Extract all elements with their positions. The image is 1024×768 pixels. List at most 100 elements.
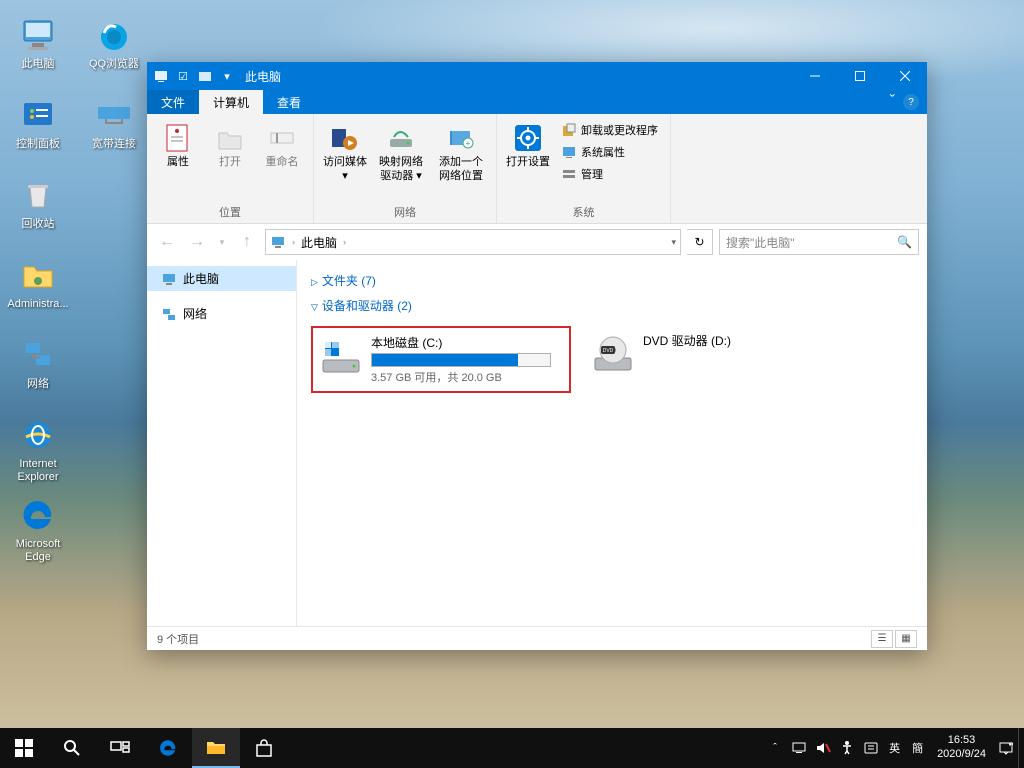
ribbon-sysprops[interactable]: 系统属性 xyxy=(559,142,660,162)
status-text: 9 个项目 xyxy=(157,631,199,647)
ribbon-open[interactable]: 打开 xyxy=(205,118,255,174)
desktop-icon-label: Administra... xyxy=(7,298,68,311)
desktop-icon-admin[interactable]: Administra... xyxy=(4,248,72,326)
ribbon-manage[interactable]: 管理 xyxy=(559,164,660,184)
nav-back[interactable]: ← xyxy=(155,230,179,254)
tray-overflow[interactable]: ˆ xyxy=(763,728,787,768)
desktop-icon-recycle[interactable]: 回收站 xyxy=(4,168,72,246)
tab-computer[interactable]: 计算机 xyxy=(199,90,263,114)
ribbon-open-settings[interactable]: 打开设置 xyxy=(503,118,553,174)
open-icon xyxy=(214,122,246,154)
section-folders[interactable]: ▷文件夹 (7) xyxy=(311,268,913,293)
ribbon-tabs: 文件 计算机 查看 ˇ ? xyxy=(147,90,927,114)
desktop-icon-label: Internet Explorer xyxy=(4,458,72,484)
maximize-button[interactable] xyxy=(837,62,882,90)
edge-icon xyxy=(17,494,59,536)
start-button[interactable] xyxy=(0,728,48,768)
ribbon-properties[interactable]: 属性 xyxy=(153,118,203,174)
chevron-right-icon[interactable]: › xyxy=(343,237,346,247)
broadband-icon xyxy=(93,94,135,136)
tray-display-icon[interactable] xyxy=(787,728,811,768)
desktop-icon-network[interactable]: 网络 xyxy=(4,328,72,406)
tab-view[interactable]: 查看 xyxy=(263,90,315,114)
tab-file[interactable]: 文件 xyxy=(147,90,199,114)
taskbar-store[interactable] xyxy=(240,728,288,768)
collapse-ribbon-icon[interactable]: ˇ xyxy=(890,93,895,111)
drive-icon xyxy=(319,334,363,378)
address-bar[interactable]: › 此电脑 › ▾ xyxy=(265,229,681,255)
qat-dropdown-icon[interactable]: ▾ xyxy=(219,68,235,84)
nav-recent-dropdown[interactable]: ▾ xyxy=(215,230,229,254)
show-desktop[interactable] xyxy=(1018,728,1024,768)
drive-c[interactable]: 本地磁盘 (C:) 3.57 GB 可用，共 20.0 GB xyxy=(311,326,571,393)
desktop-icon-label: QQ浏览器 xyxy=(89,58,139,71)
chevron-right-icon: ▷ xyxy=(311,277,318,288)
qat-properties-icon[interactable]: ☑ xyxy=(175,68,191,84)
ribbon-uninstall[interactable]: 卸载或更改程序 xyxy=(559,120,660,140)
network-icon xyxy=(17,334,59,376)
dvd-icon: DVD xyxy=(591,332,635,376)
app-icon xyxy=(153,68,169,84)
desktop-icon-thispc[interactable]: 此电脑 xyxy=(4,8,72,86)
tray-ime-lang[interactable]: 英 xyxy=(883,740,906,756)
desktop-icon-label: Microsoft Edge xyxy=(4,538,72,564)
qat-newfolder-icon[interactable] xyxy=(197,68,213,84)
explorer-window: ☑ ▾ 此电脑 文件 计算机 查看 ˇ ? 属性 xyxy=(147,62,927,650)
view-details-button[interactable]: ☰ xyxy=(871,630,893,648)
tray-notifications[interactable]: 1 xyxy=(994,728,1018,768)
ribbon-group-label: 系统 xyxy=(497,204,670,223)
chevron-down-icon: ▽ xyxy=(311,302,318,313)
navpane-network[interactable]: 网络 xyxy=(147,301,296,326)
help-icon[interactable]: ? xyxy=(903,94,919,110)
chevron-right-icon[interactable]: › xyxy=(292,237,295,247)
ribbon: 属性 打开 重命名 位置 访问媒体 ▾ xyxy=(147,114,927,224)
tray-clock[interactable]: 16:53 2020/9/24 xyxy=(929,734,994,762)
navbar: ← → ▾ ↑ › 此电脑 › ▾ ↻ 搜索"此电脑" 🔍 xyxy=(147,224,927,260)
nav-up[interactable]: ↑ xyxy=(235,230,259,254)
navpane-thispc[interactable]: 此电脑 xyxy=(147,266,296,291)
search-input[interactable]: 搜索"此电脑" 🔍 xyxy=(719,229,919,255)
properties-icon xyxy=(162,122,194,154)
desktop-icon-ie[interactable]: Internet Explorer xyxy=(4,408,72,486)
svg-text:DVD: DVD xyxy=(603,348,614,354)
taskbar-explorer[interactable] xyxy=(192,728,240,768)
nav-forward[interactable]: → xyxy=(185,230,209,254)
pc-icon xyxy=(161,271,177,287)
view-icons-button[interactable]: ▦ xyxy=(895,630,917,648)
ribbon-group-label: 位置 xyxy=(147,204,313,223)
ribbon-access-media[interactable]: 访问媒体 ▾ xyxy=(320,118,370,188)
taskview-button[interactable] xyxy=(96,728,144,768)
section-devices[interactable]: ▽设备和驱动器 (2) xyxy=(311,293,913,318)
minimize-button[interactable] xyxy=(792,62,837,90)
search-button[interactable] xyxy=(48,728,96,768)
address-dropdown-icon[interactable]: ▾ xyxy=(671,237,676,248)
window-title: 此电脑 xyxy=(245,68,792,85)
navigation-pane: 此电脑 网络 xyxy=(147,260,297,626)
ribbon-map-drive[interactable]: 映射网络驱动器 ▾ xyxy=(372,118,430,188)
close-button[interactable] xyxy=(882,62,927,90)
breadcrumb-thispc[interactable]: 此电脑 xyxy=(301,234,337,251)
tray-volume-icon[interactable] xyxy=(811,728,835,768)
storage-bar xyxy=(371,353,551,367)
tray-accessibility-icon[interactable] xyxy=(835,728,859,768)
desktop-icon-qqbrowser[interactable]: QQ浏览器 xyxy=(80,8,148,86)
ribbon-add-netloc[interactable]: + 添加一个网络位置 xyxy=(432,118,490,188)
tray-ime-mode[interactable]: 簡 xyxy=(906,740,929,756)
tray-ime-icon[interactable] xyxy=(859,728,883,768)
desktop-icon-controlpanel[interactable]: 控制面板 xyxy=(4,88,72,166)
titlebar[interactable]: ☑ ▾ 此电脑 xyxy=(147,62,927,90)
ribbon-rename[interactable]: 重命名 xyxy=(257,118,307,174)
uninstall-icon xyxy=(561,122,577,138)
pc-icon xyxy=(270,234,286,250)
ie-icon xyxy=(17,414,59,456)
drive-dvd[interactable]: DVD DVD 驱动器 (D:) xyxy=(585,326,845,393)
drive-name: DVD 驱动器 (D:) xyxy=(643,332,839,349)
desktop-icon-edge[interactable]: Microsoft Edge xyxy=(4,488,72,566)
media-icon xyxy=(329,122,361,154)
desktop-icon-broadband[interactable]: 宽带连接 xyxy=(80,88,148,166)
pc-icon xyxy=(17,14,59,56)
refresh-button[interactable]: ↻ xyxy=(687,229,713,255)
content-area: ▷文件夹 (7) ▽设备和驱动器 (2) 本地磁盘 (C:) 3.57 GB 可… xyxy=(297,260,927,626)
taskbar-edge[interactable] xyxy=(144,728,192,768)
statusbar: 9 个项目 ☰ ▦ xyxy=(147,626,927,650)
